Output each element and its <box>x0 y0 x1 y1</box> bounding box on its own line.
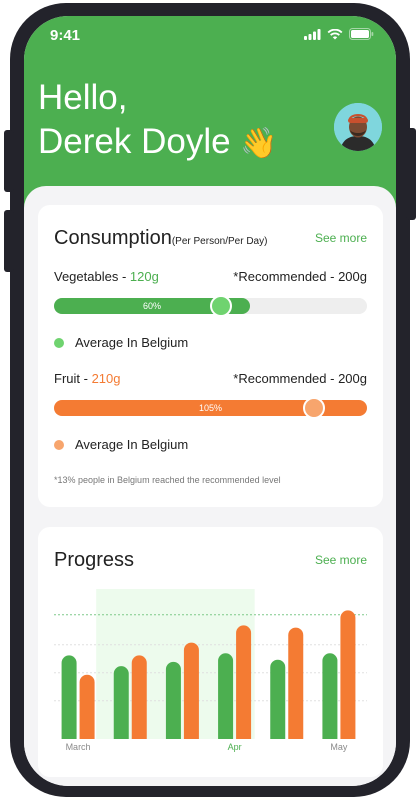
progress-chart-svg <box>54 589 367 747</box>
vegetables-amount: 120g <box>129 269 159 284</box>
orange-bar <box>131 655 147 747</box>
green-bar <box>322 653 338 747</box>
battery-icon <box>349 28 374 40</box>
signal-icon <box>304 28 321 40</box>
wave-icon: 👋 <box>240 127 278 160</box>
green-dot-icon <box>54 337 64 348</box>
power-button <box>406 128 416 220</box>
consumption-title: Consumption(Per Person/Per Day) <box>54 227 267 250</box>
fruit-progress-bar[interactable]: 105% <box>54 397 367 419</box>
fruit-recommended: *Recommended - 200g <box>233 371 367 386</box>
consumption-title-text: Consumption <box>54 227 172 249</box>
orange-bar <box>183 642 199 747</box>
progress-card: Progress See more March Apr May <box>38 527 383 777</box>
fruit-label-text: Fruit - <box>54 371 92 386</box>
orange-bar <box>79 674 95 747</box>
green-bar <box>218 653 234 747</box>
month-label[interactable]: May <box>324 742 354 752</box>
vegetables-recommended: *Recommended - 200g <box>233 269 367 284</box>
progress-chart <box>54 589 367 747</box>
volume-down-button <box>4 210 14 272</box>
status-time: 9:41 <box>50 27 81 44</box>
green-bar <box>113 666 129 747</box>
fruit-label: Fruit - 210g <box>54 371 120 386</box>
orange-bar <box>236 625 252 747</box>
month-label[interactable]: March <box>63 742 93 752</box>
vegetables-label: Vegetables - 120g <box>54 269 159 284</box>
orange-dot-icon <box>54 439 64 450</box>
consumption-card: Consumption(Per Person/Per Day) See more… <box>38 205 383 507</box>
orange-bar <box>340 610 356 747</box>
green-bar <box>61 655 77 747</box>
greeting-name-line: Derek Doyle 👋 <box>38 120 278 166</box>
greeting-line1: Hello, <box>38 78 128 117</box>
vegetables-average-label: Average In Belgium <box>75 335 189 350</box>
consumption-subtitle: (Per Person/Per Day) <box>171 236 268 247</box>
avatar-portrait-icon <box>334 103 382 151</box>
consumption-see-more-link[interactable]: See more <box>315 231 367 245</box>
progress-title: Progress <box>54 549 135 571</box>
green-bar <box>270 659 286 747</box>
wifi-icon <box>327 28 343 39</box>
fruit-average-label: Average In Belgium <box>75 437 189 452</box>
volume-up-button <box>4 130 14 192</box>
month-label[interactable]: Apr <box>220 742 250 752</box>
content-panel: Consumption(Per Person/Per Day) See more… <box>24 186 396 786</box>
greeting: Hello, Derek Doyle 👋 <box>38 76 278 166</box>
consumption-footnote: *13% people in Belgium reached the recom… <box>54 475 281 485</box>
vegetables-progress-bar[interactable]: 60% <box>54 295 367 317</box>
avatar[interactable] <box>334 103 382 151</box>
status-icons <box>304 28 374 40</box>
fruit-amount: 210g <box>91 371 121 386</box>
orange-bar <box>288 627 304 747</box>
user-name: Derek Doyle <box>38 122 231 161</box>
progress-see-more-link[interactable]: See more <box>315 553 367 567</box>
vegetables-progress-handle[interactable] <box>209 295 232 317</box>
vegetables-label-text: Vegetables - <box>54 269 130 284</box>
vegetables-average-legend: Average In Belgium <box>54 335 188 350</box>
fruit-average-legend: Average In Belgium <box>54 437 188 452</box>
screen: 9:41 Hello, Derek Doyle 👋 Consumption(Pe… <box>24 16 396 786</box>
green-bar <box>165 661 181 747</box>
